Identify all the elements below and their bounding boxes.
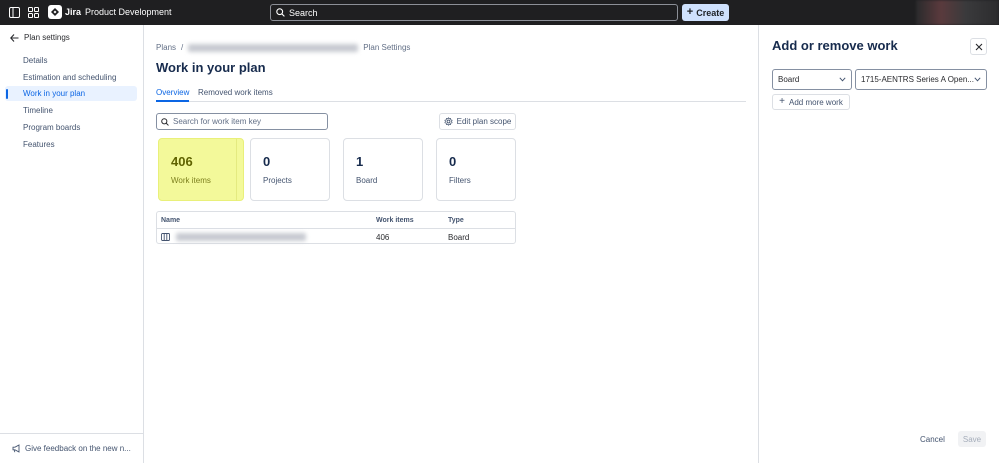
projects-card: 0 Projects bbox=[250, 138, 330, 201]
row-type: Board bbox=[448, 233, 470, 242]
close-icon bbox=[975, 43, 983, 51]
plus-icon: + bbox=[779, 96, 786, 107]
add-more-work-button[interactable]: + Add more work bbox=[772, 94, 850, 110]
sidebar-item-work-in-plan[interactable]: Work in your plan bbox=[5, 86, 137, 101]
save-button[interactable]: Save bbox=[958, 431, 986, 447]
filters-card: 0 Filters bbox=[436, 138, 516, 201]
source-value-select[interactable]: 1715-AENTRS Series A Open... bbox=[855, 69, 987, 90]
main-content: Plans / Plan Settings Work in your plan … bbox=[144, 25, 758, 463]
source-value-text: 1715-AENTRS Series A Open... bbox=[861, 75, 974, 84]
global-search-input[interactable]: Search bbox=[270, 4, 678, 21]
sidebar-item-label: Details bbox=[23, 56, 48, 65]
card-divider bbox=[236, 139, 237, 201]
work-items-count: 406 bbox=[171, 154, 193, 169]
row-work-items: 406 bbox=[376, 233, 390, 242]
back-to-plan-settings[interactable]: Plan settings bbox=[10, 33, 70, 42]
filters-label: Filters bbox=[449, 176, 471, 185]
sidebar-item-label: Work in your plan bbox=[23, 89, 86, 98]
sidebar-item-timeline[interactable]: Timeline bbox=[5, 103, 137, 118]
feedback-label: Give feedback on the new n... bbox=[25, 444, 131, 453]
search-icon bbox=[161, 117, 169, 126]
board-icon bbox=[161, 233, 170, 241]
top-navigation-bar: Jira Product Development Search + Create bbox=[0, 0, 999, 25]
source-name-redacted[interactable] bbox=[176, 233, 306, 241]
profile-area[interactable] bbox=[916, 0, 999, 25]
chevron-down-icon bbox=[839, 77, 846, 82]
sidebar-item-program-boards[interactable]: Program boards bbox=[5, 120, 137, 135]
sidebar-item-label: Timeline bbox=[23, 106, 53, 115]
header-divider bbox=[157, 228, 515, 229]
jira-logo-icon[interactable] bbox=[48, 5, 62, 19]
tab-list: Overview Removed work items bbox=[156, 88, 746, 102]
sidebar-item-label: Features bbox=[23, 140, 55, 149]
sidebar-toggle-icon[interactable] bbox=[8, 6, 21, 19]
column-header-type[interactable]: Type bbox=[448, 217, 464, 224]
column-header-name[interactable]: Name bbox=[161, 217, 180, 224]
projects-label: Projects bbox=[263, 176, 292, 185]
app-switcher-icon[interactable] bbox=[27, 6, 40, 19]
panel-title: Add or remove work bbox=[772, 38, 898, 53]
edit-plan-scope-button[interactable]: Edit plan scope bbox=[439, 113, 516, 130]
plan-sources-table: Name Work items Type 406 Board bbox=[156, 211, 516, 244]
work-item-search-input[interactable] bbox=[173, 117, 313, 126]
cancel-button[interactable]: Cancel bbox=[920, 435, 945, 444]
sidebar-item-label: Program boards bbox=[23, 123, 81, 132]
breadcrumb: Plans / Plan Settings bbox=[156, 43, 410, 52]
tab-removed-work-items[interactable]: Removed work items bbox=[198, 88, 273, 102]
edit-plan-scope-label: Edit plan scope bbox=[456, 117, 512, 126]
add-remove-work-panel: Add or remove work Board 1715-AENTRS Ser… bbox=[758, 25, 999, 463]
sidebar-item-estimation[interactable]: Estimation and scheduling bbox=[5, 70, 137, 85]
search-icon bbox=[276, 8, 285, 17]
back-label: Plan settings bbox=[24, 33, 70, 42]
breadcrumb-current[interactable]: Plan Settings bbox=[363, 43, 410, 52]
app-name[interactable]: Jira bbox=[65, 7, 81, 17]
add-more-work-label: Add more work bbox=[789, 97, 843, 107]
breadcrumb-plans[interactable]: Plans bbox=[156, 43, 176, 52]
breadcrumb-plan-name-redacted[interactable] bbox=[188, 43, 359, 52]
search-placeholder: Search bbox=[289, 7, 318, 18]
breadcrumb-separator: / bbox=[181, 43, 184, 52]
chevron-down-icon bbox=[974, 77, 981, 82]
arrow-left-icon bbox=[10, 33, 19, 42]
column-header-work-items[interactable]: Work items bbox=[376, 217, 414, 224]
page-title: Work in your plan bbox=[156, 60, 266, 75]
source-type-value: Board bbox=[778, 75, 800, 84]
create-label: Create bbox=[696, 7, 725, 18]
create-button[interactable]: + Create bbox=[682, 4, 729, 21]
work-items-label: Work items bbox=[171, 176, 211, 185]
sidebar-item-features[interactable]: Features bbox=[5, 137, 137, 152]
projects-count: 0 bbox=[263, 154, 271, 169]
project-name[interactable]: Product Development bbox=[85, 7, 172, 17]
board-count: 1 bbox=[356, 154, 364, 169]
filters-count: 0 bbox=[449, 154, 457, 169]
feedback-footer: Give feedback on the new n... bbox=[0, 433, 143, 463]
active-indicator bbox=[6, 89, 8, 99]
tab-overview[interactable]: Overview bbox=[156, 88, 190, 102]
megaphone-icon bbox=[12, 444, 21, 453]
plus-icon: + bbox=[686, 6, 694, 18]
work-item-search-field[interactable] bbox=[156, 113, 328, 130]
work-items-card: 406 Work items bbox=[158, 138, 244, 201]
close-panel-button[interactable] bbox=[970, 38, 987, 55]
gear-icon bbox=[444, 117, 453, 126]
feedback-button[interactable]: Give feedback on the new n... bbox=[12, 444, 131, 453]
plan-settings-sidebar: Plan settings Details Estimation and sch… bbox=[0, 25, 144, 463]
source-type-select[interactable]: Board bbox=[772, 69, 852, 90]
board-card: 1 Board bbox=[343, 138, 423, 201]
board-label: Board bbox=[356, 176, 378, 185]
sidebar-item-label: Estimation and scheduling bbox=[23, 73, 117, 82]
sidebar-item-details[interactable]: Details bbox=[5, 53, 137, 68]
